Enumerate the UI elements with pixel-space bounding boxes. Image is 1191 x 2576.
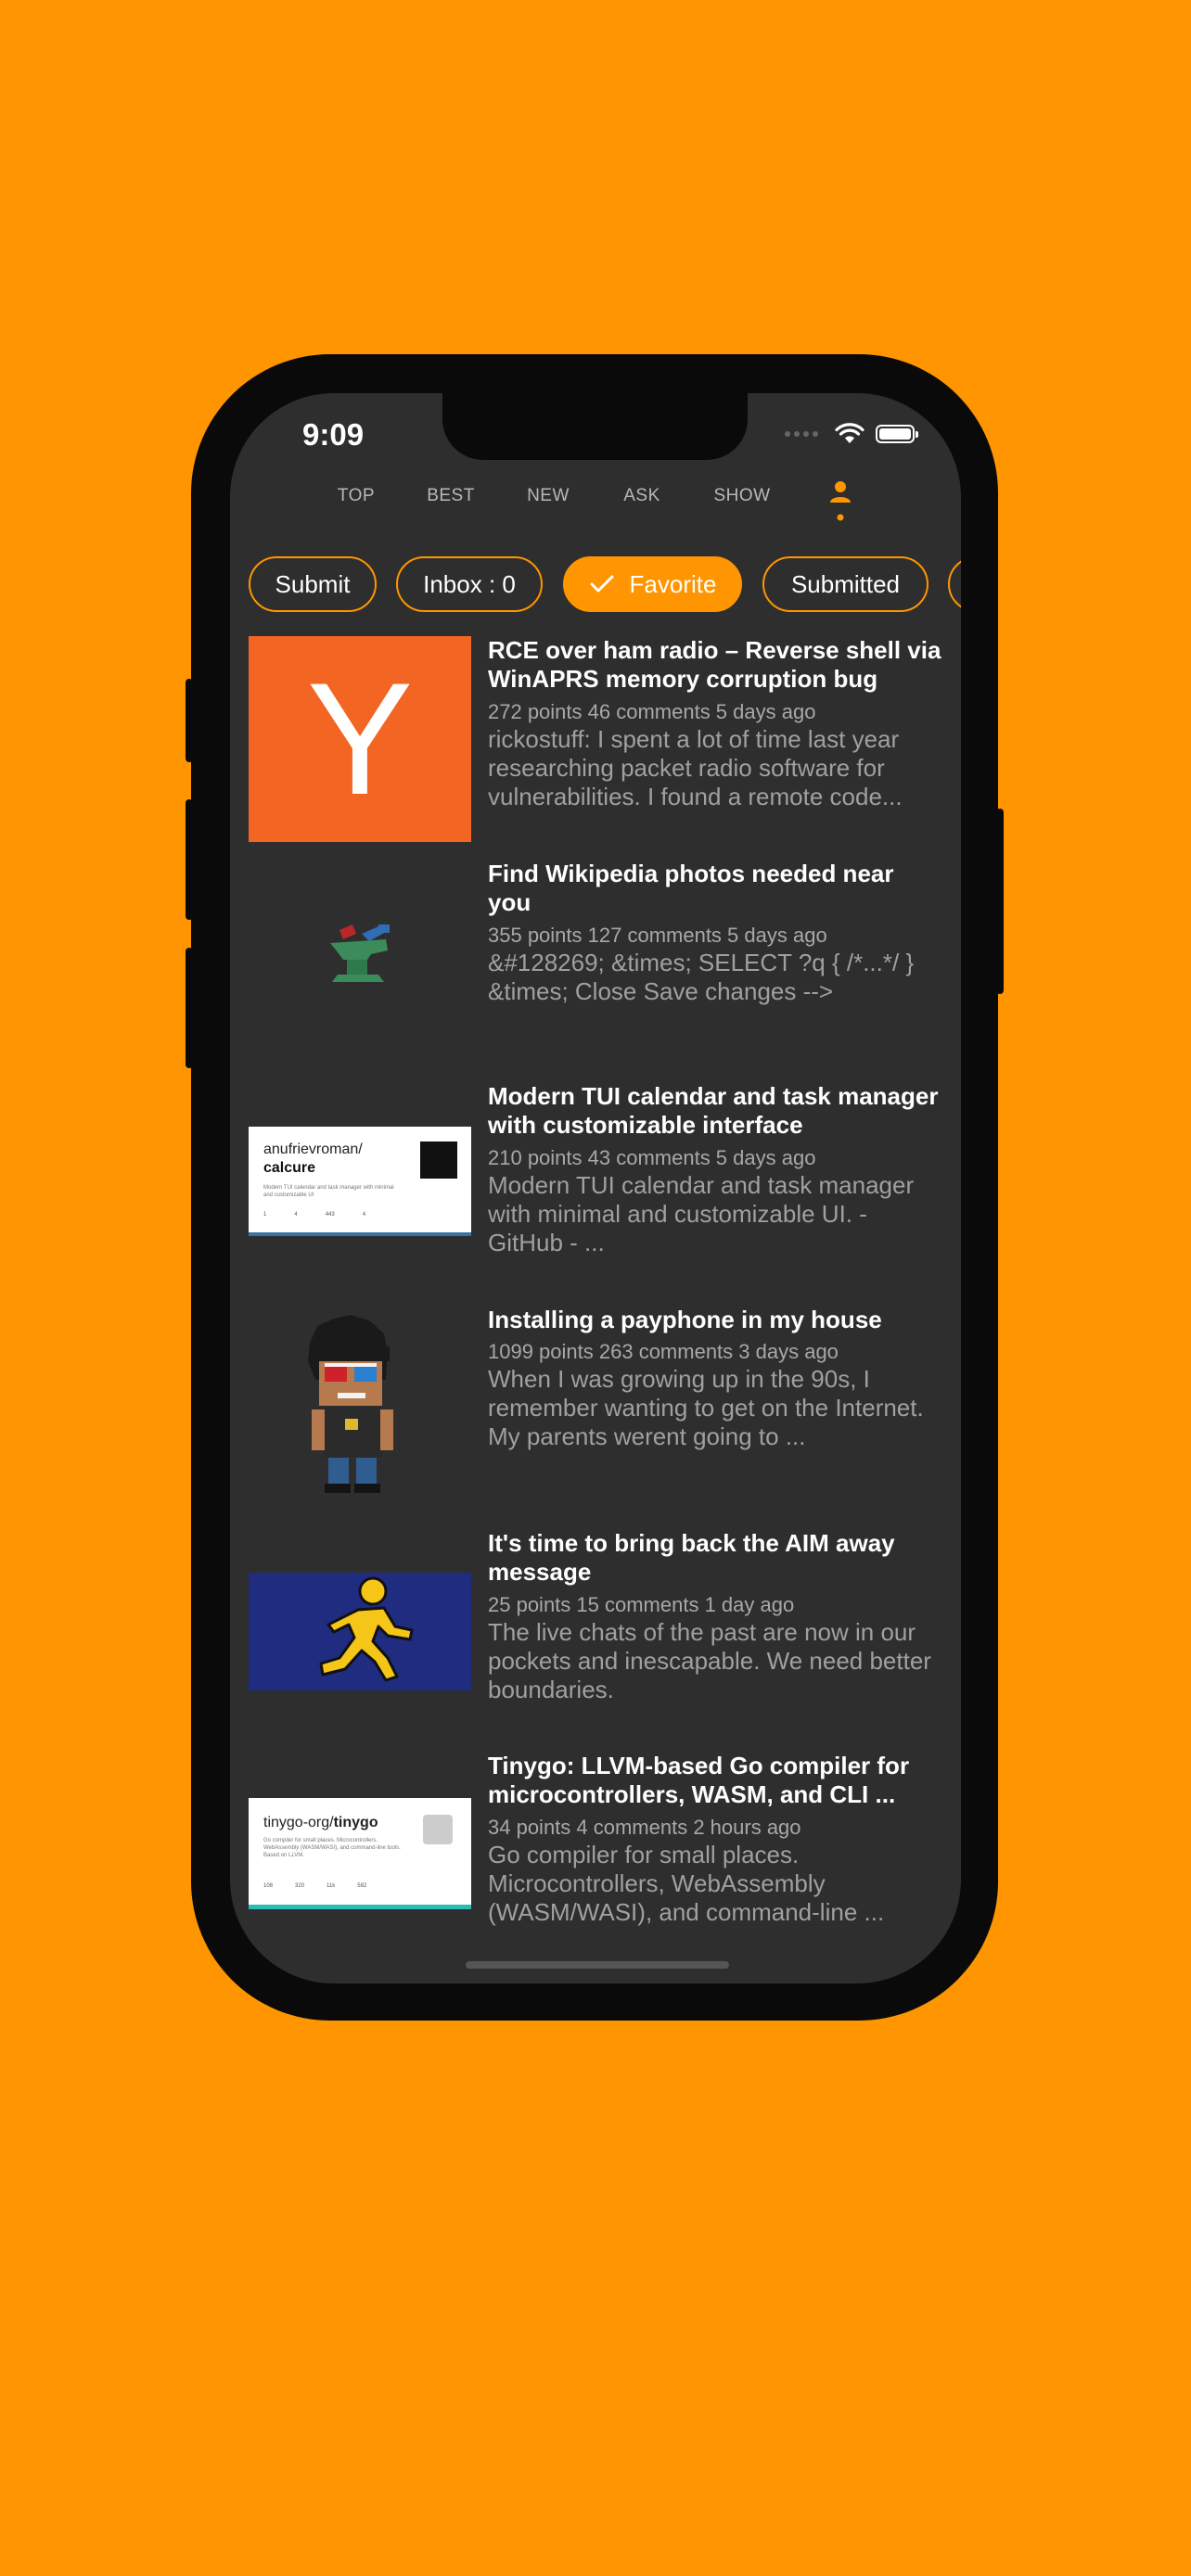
story-meta: 25 points 15 comments 1 day ago bbox=[488, 1593, 795, 1616]
repo-stats: 1 4 443 4 bbox=[263, 1212, 449, 1218]
tab-user[interactable] bbox=[829, 480, 852, 528]
home-indicator[interactable] bbox=[466, 1961, 729, 1969]
story-excerpt: &#128269; &times; SELECT ?q { /*...*/ } … bbox=[488, 949, 915, 1005]
story-row[interactable]: Find Wikipedia photos needed near you 35… bbox=[249, 860, 942, 1082]
chip-label: Inbox : 0 bbox=[423, 569, 516, 598]
story-row[interactable]: Y RCE over ham radio – Reverse shell via… bbox=[249, 636, 942, 859]
repo-avatar bbox=[420, 1141, 457, 1179]
cellular-signal-icon bbox=[785, 431, 818, 437]
story-excerpt: The live chats of the past are now in ou… bbox=[488, 1618, 931, 1703]
repo-description: Go compiler for small places. Microcontr… bbox=[263, 1838, 401, 1858]
story-meta: 34 points 4 comments 2 hours ago bbox=[488, 1816, 801, 1839]
inbox-chip[interactable]: Inbox : 0 bbox=[396, 556, 543, 612]
story-thumbnail-aim bbox=[249, 1529, 471, 1735]
repo-stat: 11k bbox=[327, 1883, 336, 1889]
story-row[interactable]: anufrievroman/ calcure Modern TUI calend… bbox=[249, 1082, 942, 1305]
status-time: 9:09 bbox=[302, 417, 365, 452]
pixel-character-icon bbox=[308, 1315, 393, 1493]
aim-running-man-icon bbox=[319, 1576, 414, 1682]
story-thumbnail-github-card: tinygo-org/tinygo Go compiler for small … bbox=[249, 1752, 471, 1958]
story-excerpt: Modern TUI calendar and task manager wit… bbox=[488, 1171, 915, 1256]
story-title: RCE over ham radio – Reverse shell via W… bbox=[488, 636, 941, 693]
story-excerpt: Go compiler for small places. Microcontr… bbox=[488, 1841, 885, 1926]
story-thumbnail-anvil bbox=[249, 860, 471, 1065]
story-title: Tinygo: LLVM-based Go compiler for micro… bbox=[488, 1752, 910, 1808]
repo-stat: 1 bbox=[263, 1212, 267, 1218]
story-title: Modern TUI calendar and task manager wit… bbox=[488, 1082, 939, 1139]
story-meta: 272 points 46 comments 5 days ago bbox=[488, 700, 816, 723]
story-thumbnail-hn-logo: Y bbox=[249, 636, 471, 842]
repo-stat: 320 bbox=[295, 1883, 305, 1889]
story-title: Find Wikipedia photos needed near you bbox=[488, 860, 894, 916]
tab-best[interactable]: BEST bbox=[427, 486, 475, 506]
repo-stat: 582 bbox=[357, 1883, 367, 1889]
app-screen: 9:09 TOP BEST NEW ASK SHOW Submit Inbox … bbox=[230, 393, 961, 1983]
repo-name: calcure bbox=[263, 1160, 316, 1176]
favorite-chip[interactable]: Favorite bbox=[563, 556, 742, 612]
power-button bbox=[996, 809, 1004, 994]
repo-full-name: tinygo-org/tinygo bbox=[263, 1815, 378, 1831]
volume-up-button bbox=[186, 799, 193, 920]
chip-label: Submit bbox=[275, 569, 351, 598]
chip-label: Favorite bbox=[629, 569, 717, 598]
submitted-chip[interactable]: Submitted bbox=[762, 556, 928, 612]
notch bbox=[442, 393, 748, 460]
status-icons bbox=[785, 423, 918, 445]
repo-name: tinygo bbox=[333, 1815, 378, 1830]
person-icon bbox=[830, 481, 851, 521]
more-chip[interactable] bbox=[948, 556, 961, 612]
repo-avatar bbox=[423, 1815, 453, 1844]
story-row[interactable]: tinygo-org/tinygo Go compiler for small … bbox=[249, 1752, 942, 1974]
story-row[interactable]: Installing a payphone in my house 1099 p… bbox=[249, 1306, 942, 1528]
story-title: It's time to bring back the AIM away mes… bbox=[488, 1529, 895, 1586]
tab-new[interactable]: NEW bbox=[527, 486, 570, 506]
chip-label: Submitted bbox=[790, 569, 901, 598]
story-meta: 1099 points 263 comments 3 days ago bbox=[488, 1340, 839, 1363]
story-excerpt: rickostuff: I spent a lot of time last y… bbox=[488, 725, 903, 810]
repo-description: Modern TUI calendar and task manager wit… bbox=[263, 1185, 394, 1198]
tab-show[interactable]: SHOW bbox=[713, 486, 770, 506]
repo-owner: anufrievroman/ bbox=[263, 1141, 363, 1157]
story-thumbnail-github-card: anufrievroman/ calcure Modern TUI calend… bbox=[249, 1082, 471, 1288]
repo-stat: 443 bbox=[325, 1212, 335, 1218]
category-tabs: TOP BEST NEW ASK SHOW bbox=[230, 481, 961, 542]
submit-chip[interactable]: Submit bbox=[249, 556, 377, 612]
volume-down-button bbox=[186, 948, 193, 1068]
battery-icon bbox=[876, 425, 918, 443]
tab-top[interactable]: TOP bbox=[338, 486, 375, 506]
story-thumbnail-pixel-avatar bbox=[249, 1306, 471, 1511]
story-meta: 210 points 43 comments 5 days ago bbox=[488, 1146, 816, 1169]
repo-stat: 108 bbox=[263, 1883, 274, 1889]
tab-ask[interactable]: ASK bbox=[623, 486, 660, 506]
wifi-icon bbox=[835, 423, 864, 443]
story-title: Installing a payphone in my house bbox=[488, 1306, 882, 1333]
anvil-icon bbox=[330, 925, 390, 982]
mute-switch bbox=[186, 679, 193, 762]
repo-owner: tinygo-org/ bbox=[263, 1815, 334, 1830]
checkmark-icon bbox=[589, 574, 615, 594]
story-excerpt: When I was growing up in the 90s, I reme… bbox=[488, 1365, 924, 1450]
story-row[interactable]: It's time to bring back the AIM away mes… bbox=[249, 1529, 942, 1752]
account-chip-row: Submit Inbox : 0 Favorite Submitted bbox=[249, 556, 961, 616]
repo-stats: 108 320 11k 582 bbox=[263, 1883, 449, 1889]
hn-logo-letter: Y bbox=[306, 650, 414, 828]
story-meta: 355 points 127 comments 5 days ago bbox=[488, 924, 827, 947]
repo-stat: 4 bbox=[362, 1212, 366, 1218]
repo-stat: 4 bbox=[294, 1212, 298, 1218]
